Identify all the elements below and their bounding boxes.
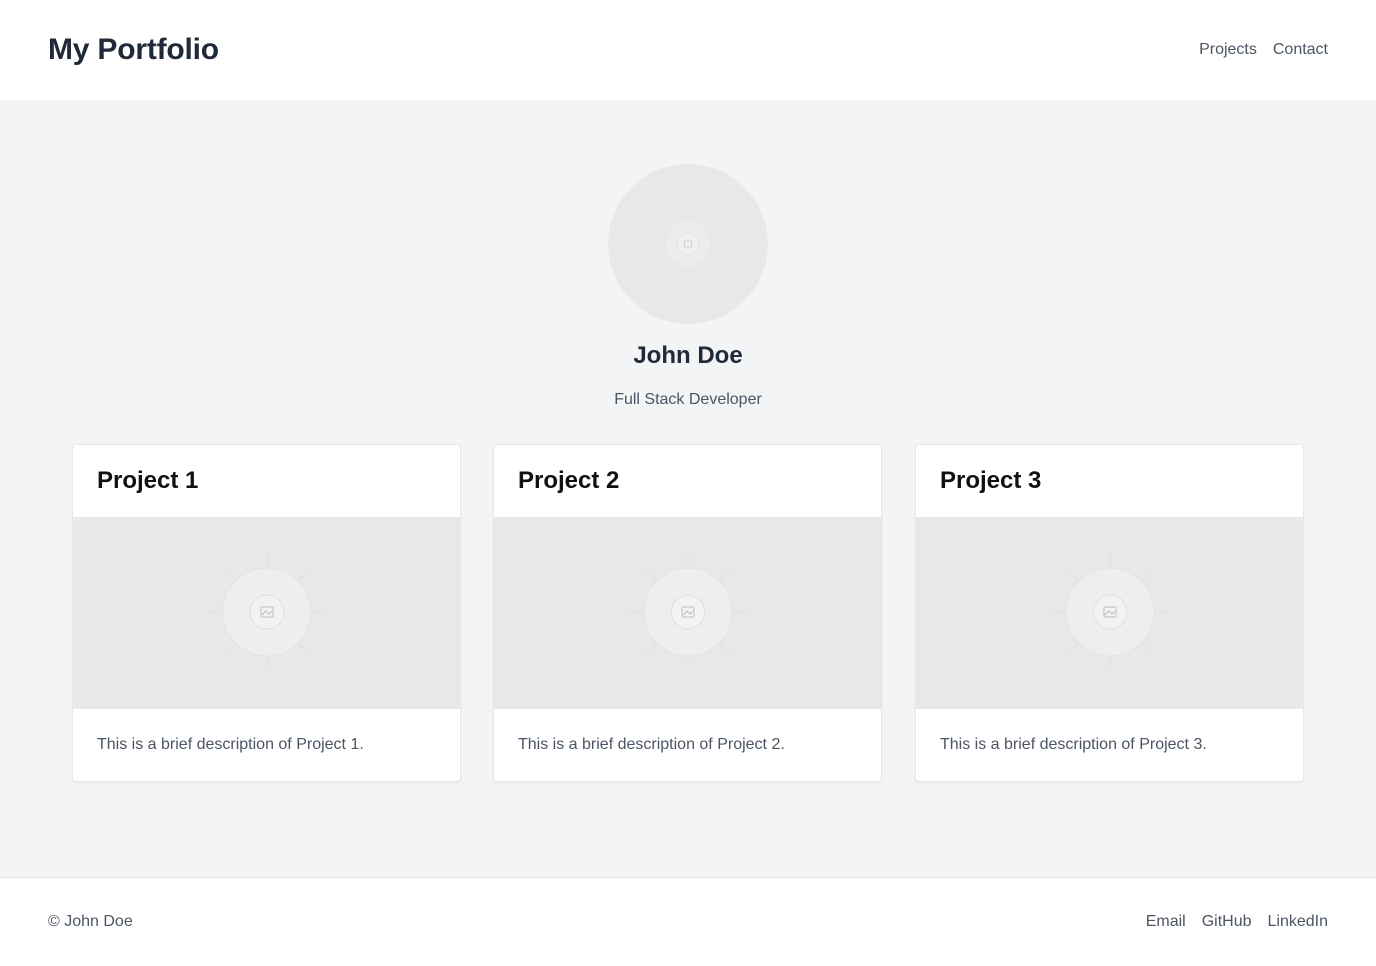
image-placeholder-icon <box>1051 551 1169 669</box>
main-content: John Doe Full Stack Developer Project 1 <box>0 100 1376 877</box>
footer-link-email[interactable]: Email <box>1146 913 1186 931</box>
project-title: Project 3 <box>940 467 1042 494</box>
project-description: This is a brief description of Project 1… <box>97 736 364 753</box>
top-nav: Projects Contact <box>1199 41 1328 59</box>
nav-link-contact[interactable]: Contact <box>1273 41 1328 59</box>
avatar <box>608 164 768 324</box>
image-placeholder-icon <box>208 551 326 669</box>
site-footer: © John Doe Email GitHub LinkedIn <box>0 877 1376 966</box>
profile-role: Full Stack Developer <box>614 391 762 408</box>
project-image <box>916 517 1303 709</box>
footer-link-linkedin[interactable]: LinkedIn <box>1268 913 1329 931</box>
copyright-text: © John Doe <box>48 913 133 930</box>
project-card-2[interactable]: Project 2 This is a brief description of… <box>493 444 882 782</box>
footer-nav: Email GitHub LinkedIn <box>1146 913 1328 931</box>
image-placeholder-icon <box>666 222 710 266</box>
project-card-3[interactable]: Project 3 This is a brief description of… <box>915 444 1304 782</box>
site-title: My Portfolio <box>48 33 219 66</box>
project-title: Project 1 <box>97 467 199 494</box>
project-card-1[interactable]: Project 1 This is a brief description of… <box>72 444 461 782</box>
footer-link-github[interactable]: GitHub <box>1202 913 1252 931</box>
project-description: This is a brief description of Project 2… <box>518 736 785 753</box>
project-image <box>494 517 881 709</box>
projects-grid: Project 1 This is a brief description of… <box>72 444 1304 782</box>
project-image <box>73 517 460 709</box>
site-header: My Portfolio Projects Contact <box>0 0 1376 100</box>
profile-name: John Doe <box>633 342 743 369</box>
nav-link-projects[interactable]: Projects <box>1199 41 1257 59</box>
image-placeholder-icon <box>629 551 747 669</box>
project-title: Project 2 <box>518 467 620 494</box>
project-description: This is a brief description of Project 3… <box>940 736 1207 753</box>
